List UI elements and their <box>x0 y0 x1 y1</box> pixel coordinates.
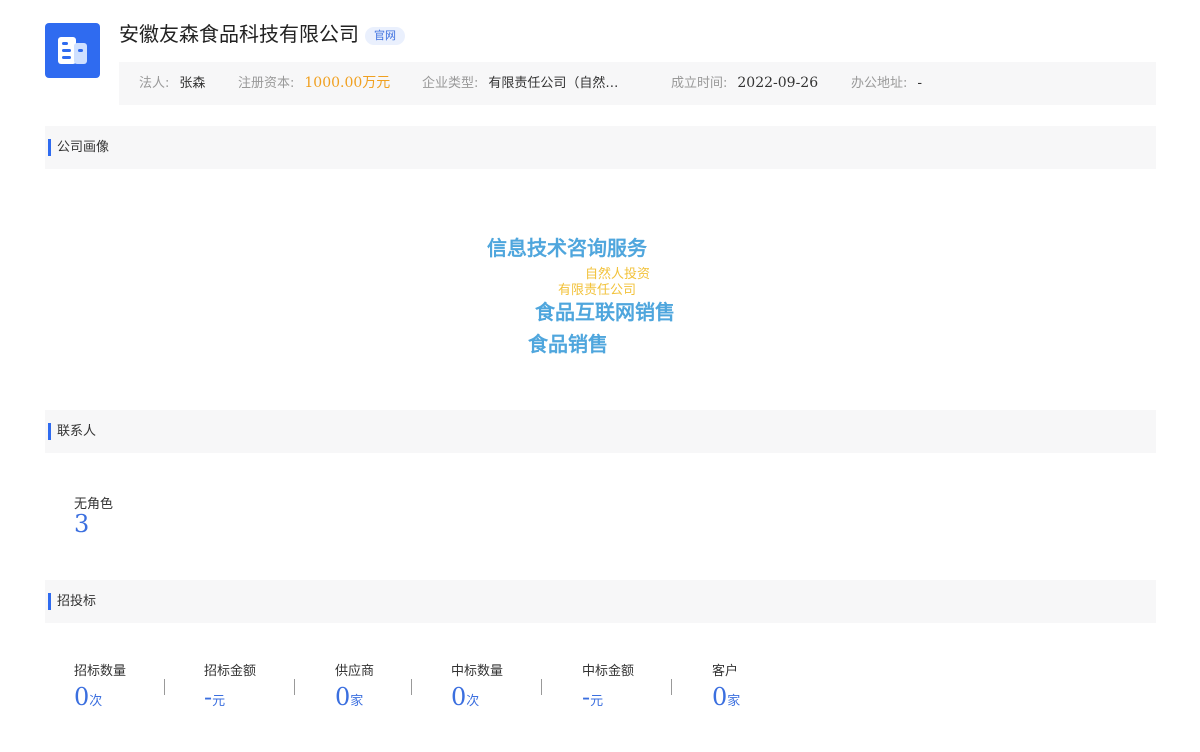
stat-bid-amount: 招标金额 -元 <box>204 663 256 711</box>
stat-value: -元 <box>204 683 256 711</box>
stat-value: 0次 <box>74 683 126 711</box>
section-bidding: 招投标 <box>45 580 1156 623</box>
section-accent-bar <box>48 423 51 440</box>
stat-number: 0 <box>712 683 728 711</box>
section-contacts: 联系人 <box>45 410 1156 453</box>
registered-capital-value: 1000.00万元 <box>304 75 391 91</box>
stat-win-amount: 中标金额 -元 <box>582 663 634 711</box>
official-website-tag[interactable]: 官网 <box>365 27 405 45</box>
stat-value: 0家 <box>712 683 740 711</box>
stat-unit: 家 <box>350 694 364 709</box>
stat-unit: 元 <box>590 694 604 709</box>
section-company-portrait: 公司画像 <box>45 126 1156 169</box>
stat-value: 0次 <box>451 683 503 711</box>
stat-divider <box>164 679 165 695</box>
contact-count[interactable]: 3 <box>74 510 89 538</box>
stat-number: 0 <box>335 683 351 711</box>
word-cloud-tag: 信息技术咨询服务 <box>487 236 647 260</box>
company-name: 安徽友森食品科技有限公司 <box>119 22 359 46</box>
stat-label: 中标金额 <box>582 664 635 679</box>
office-address-value: - <box>917 76 923 91</box>
section-accent-bar <box>48 593 51 610</box>
stat-divider <box>541 679 542 695</box>
company-info-bar: 法人: 张森 注册资本: 1000.00万元 企业类型: 有限责任公司（自然人投资或控… <box>119 62 1156 105</box>
stat-label: 招标金额 <box>204 664 257 679</box>
building-icon <box>58 37 87 64</box>
section-accent-bar <box>48 139 51 156</box>
stat-win-count: 中标数量 0次 <box>451 663 503 711</box>
word-cloud: 信息技术咨询服务 自然人投资 有限责任公司 食品互联网销售 食品销售 <box>0 170 1200 410</box>
stat-label: 招标数量 <box>74 664 127 679</box>
stat-number: 0 <box>74 683 90 711</box>
company-type-value: 有限责任公司（自然人投资或控股） <box>488 76 628 91</box>
stat-label: 供应商 <box>335 664 375 679</box>
stat-suppliers: 供应商 0家 <box>335 663 374 711</box>
legal-person-label: 法人: <box>139 76 170 91</box>
section-title: 联系人 <box>57 424 97 439</box>
section-title: 招投标 <box>57 594 97 609</box>
stat-bid-count: 招标数量 0次 <box>74 663 126 711</box>
legal-person-value[interactable]: 张森 <box>179 76 205 91</box>
stat-number: - <box>204 683 213 711</box>
stat-unit: 家 <box>727 694 741 709</box>
stat-label: 中标数量 <box>451 664 504 679</box>
stat-value: -元 <box>582 683 634 711</box>
company-logo <box>45 23 100 78</box>
stat-number: - <box>582 683 591 711</box>
stat-customers: 客户 0家 <box>712 663 740 711</box>
registered-capital: 注册资本: 1000.00万元 <box>238 62 390 105</box>
stat-divider <box>294 679 295 695</box>
established-date-value: 2022-09-26 <box>737 75 819 91</box>
established-date: 成立时间: 2022-09-26 <box>671 62 818 105</box>
stat-unit: 元 <box>212 694 226 709</box>
company-type-label: 企业类型: <box>422 76 479 91</box>
established-date-label: 成立时间: <box>671 76 728 91</box>
office-address: 办公地址: - <box>851 62 922 105</box>
legal-person: 法人: 张森 <box>139 62 205 105</box>
stat-value: 0家 <box>335 683 374 711</box>
stat-divider <box>671 679 672 695</box>
registered-capital-label: 注册资本: <box>238 76 295 91</box>
stat-divider <box>411 679 412 695</box>
stat-number: 0 <box>451 683 467 711</box>
word-cloud-tag: 食品销售 <box>528 332 608 356</box>
stat-unit: 次 <box>89 694 103 709</box>
company-type: 企业类型: 有限责任公司（自然人投资或控股） <box>422 62 628 105</box>
stat-unit: 次 <box>466 694 480 709</box>
word-cloud-tag: 食品互联网销售 <box>535 300 675 324</box>
stat-label: 客户 <box>712 664 739 679</box>
section-title: 公司画像 <box>57 140 110 155</box>
office-address-label: 办公地址: <box>851 76 908 91</box>
